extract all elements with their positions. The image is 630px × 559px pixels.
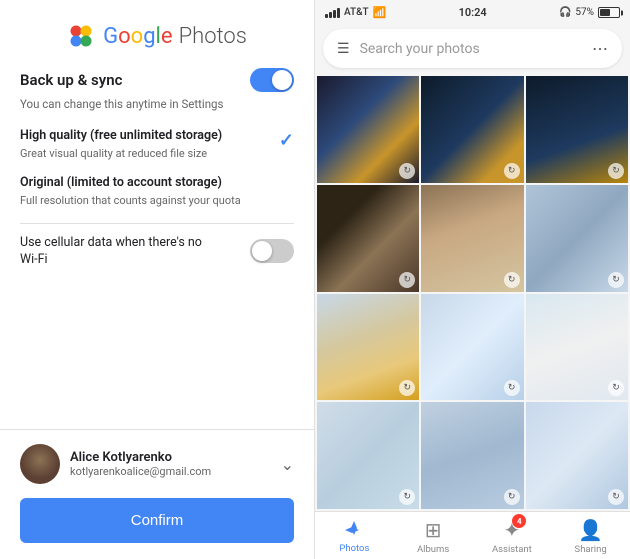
sync-icon: ↻ [504, 380, 520, 396]
assistant-badge-container: ✦ 4 [503, 518, 520, 542]
chevron-down-icon[interactable]: ⌄ [281, 455, 294, 474]
search-input[interactable]: Search your photos [360, 41, 592, 57]
photo-cell[interactable]: ↻ [317, 185, 419, 292]
google-photos-icon [67, 22, 95, 50]
hamburger-icon[interactable]: ☰ [337, 41, 350, 57]
sharing-tab-icon: 👤 [578, 518, 603, 542]
original-quality-desc: Full resolution that counts against your… [20, 193, 294, 208]
logo-google: Google [103, 24, 172, 49]
backup-sync-title: Back up & sync [20, 71, 122, 89]
account-details: Alice Kotlyarenko kotlyarenkoalice@gmail… [70, 450, 211, 478]
albums-tab-icon: ⊞ [425, 518, 442, 542]
photo-cell[interactable]: ↻ [421, 402, 523, 509]
tab-albums[interactable]: ⊞ Albums [394, 518, 473, 555]
battery-fill [600, 9, 610, 16]
original-quality-option[interactable]: Original (limited to account storage) Fu… [20, 175, 294, 208]
right-panel: AT&T 📶 10:24 🎧 57% ☰ Search your photos … [315, 0, 630, 559]
status-bar: AT&T 📶 10:24 🎧 57% [315, 0, 630, 23]
signal-bar-3 [333, 10, 336, 18]
search-bar[interactable]: ☰ Search your photos ⋯ [323, 29, 622, 68]
wifi-icon: 📶 [373, 6, 387, 19]
sync-icon: ↻ [504, 489, 520, 505]
status-right: 🎧 57% [559, 7, 620, 18]
sync-icon: ↻ [399, 163, 415, 179]
tab-sharing[interactable]: 👤 Sharing [551, 518, 630, 555]
sync-icon: ↻ [504, 272, 520, 288]
sync-icon: ↻ [504, 163, 520, 179]
photo-cell[interactable]: ↻ [317, 76, 419, 183]
cellular-text: Use cellular data when there's no Wi-Fi [20, 234, 220, 269]
cellular-row: Use cellular data when there's no Wi-Fi [20, 234, 294, 269]
assistant-badge: 4 [512, 514, 526, 528]
tab-assistant-label: Assistant [492, 544, 532, 555]
tab-sharing-label: Sharing [575, 544, 607, 555]
photo-cell[interactable]: ↻ [317, 294, 419, 401]
sync-icon: ↻ [608, 380, 624, 396]
avatar-image [20, 444, 60, 484]
battery-percent: 57% [575, 7, 594, 18]
photos-tab-icon [343, 519, 365, 541]
high-quality-desc: Great visual quality at reduced file siz… [20, 146, 294, 161]
logo-area: Google Photos [0, 0, 314, 68]
sync-icon: ↻ [608, 489, 624, 505]
tab-photos[interactable]: Photos [315, 519, 394, 554]
sync-icon: ↻ [399, 380, 415, 396]
status-time: 10:24 [459, 6, 487, 19]
left-panel: Google Photos Back up & sync You can cha… [0, 0, 315, 559]
photo-cell[interactable]: ↻ [526, 185, 628, 292]
sync-icon: ↻ [399, 489, 415, 505]
photo-cell[interactable]: ↻ [526, 76, 628, 183]
photo-cell[interactable]: ↻ [421, 294, 523, 401]
logo-photos: Photos [179, 24, 247, 49]
signal-bar-4 [337, 8, 340, 18]
tab-assistant[interactable]: ✦ 4 Assistant [473, 518, 552, 555]
backup-sync-toggle[interactable] [250, 68, 294, 92]
sync-icon: ↻ [608, 163, 624, 179]
photo-cell[interactable]: ↻ [317, 402, 419, 509]
high-quality-title: High quality (free unlimited storage) [20, 128, 294, 143]
photo-cell[interactable]: ↻ [526, 402, 628, 509]
backup-sync-row: Back up & sync [20, 68, 294, 92]
carrier-label: AT&T [344, 7, 369, 18]
signal-bar-2 [329, 12, 332, 18]
photos-grid: ↻ ↻ ↻ ↻ ↻ ↻ ↻ ↻ ↻ ↻ ↻ ↻ [315, 74, 630, 511]
original-quality-title: Original (limited to account storage) [20, 175, 294, 190]
high-quality-checkmark: ✓ [279, 130, 294, 151]
sync-icon: ↻ [608, 272, 624, 288]
account-section: Alice Kotlyarenko kotlyarenkoalice@gmail… [0, 429, 314, 498]
sync-icon: ↻ [399, 272, 415, 288]
signal-bar-1 [325, 14, 328, 18]
photo-cell[interactable]: ↻ [421, 185, 523, 292]
account-name: Alice Kotlyarenko [70, 450, 211, 465]
divider-1 [20, 223, 294, 224]
account-info: Alice Kotlyarenko kotlyarenkoalice@gmail… [20, 444, 211, 484]
confirm-button[interactable]: Confirm [20, 498, 294, 543]
avatar [20, 444, 60, 484]
high-quality-option[interactable]: High quality (free unlimited storage) Gr… [20, 128, 294, 161]
cellular-toggle[interactable] [250, 239, 294, 263]
status-left: AT&T 📶 [325, 6, 386, 19]
photo-cell[interactable]: ↻ [526, 294, 628, 401]
account-email: kotlyarenkoalice@gmail.com [70, 465, 211, 478]
more-options-icon[interactable]: ⋯ [592, 39, 608, 58]
photo-cell[interactable]: ↻ [421, 76, 523, 183]
battery-icon [598, 7, 620, 18]
tab-albums-label: Albums [417, 544, 449, 555]
settings-content: Back up & sync You can change this anyti… [0, 68, 314, 429]
signal-bars-icon [325, 8, 340, 18]
tab-bar: Photos ⊞ Albums ✦ 4 Assistant 👤 Sharing [315, 511, 630, 559]
headphones-icon: 🎧 [559, 7, 571, 18]
tab-photos-label: Photos [339, 543, 369, 554]
backup-sync-subtitle: You can change this anytime in Settings [20, 96, 294, 112]
